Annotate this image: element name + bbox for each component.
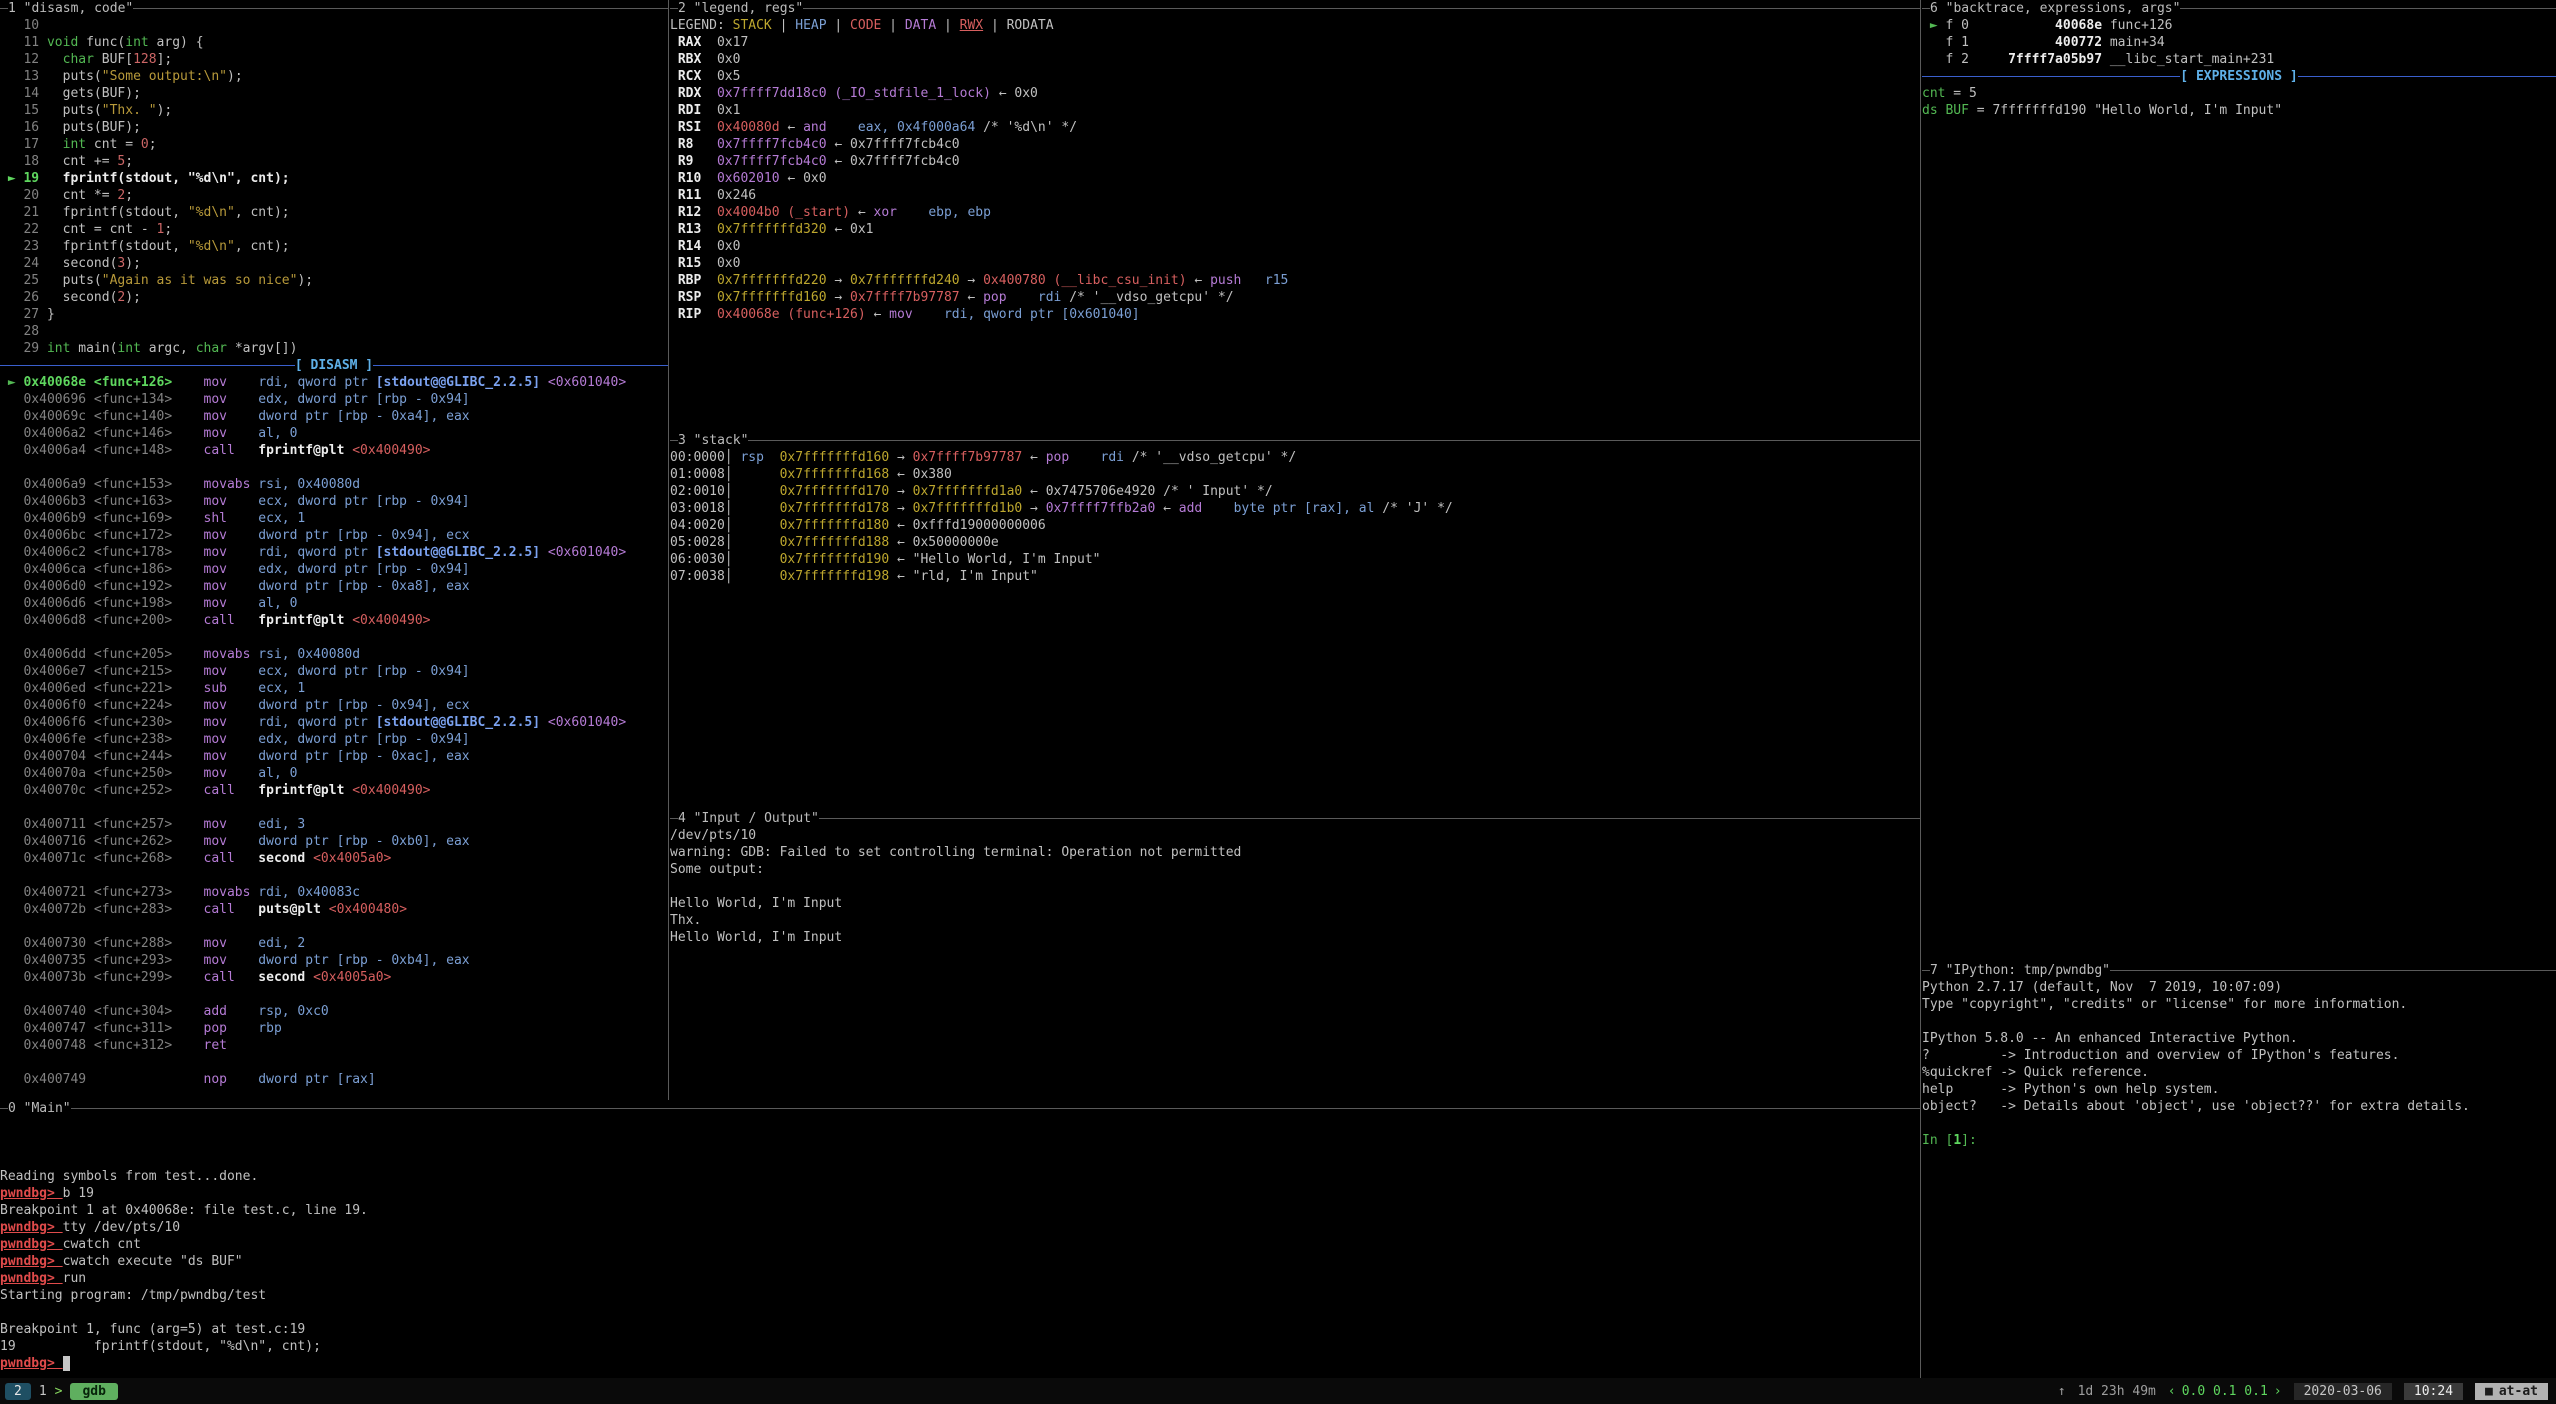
status-left: 2 1 > gdb [0, 1383, 118, 1400]
window-flag-icon: > [55, 1384, 63, 1399]
pane-disasm-code[interactable]: 1 "disasm, code" 10 11 void func(int arg… [0, 0, 668, 1100]
pane-border-line [670, 440, 678, 441]
pane-title-legend-regs: 2 "legend, regs" [670, 0, 1920, 17]
section-line [1922, 76, 2180, 77]
window-index: 1 [39, 1384, 47, 1399]
pane-border-line [1922, 970, 1930, 971]
expressions-section-header: [ EXPRESSIONS ] [1922, 68, 2556, 85]
pane-title-label: 1 "disasm, code" [8, 1, 133, 16]
section-line [0, 365, 295, 366]
expressions-list: cnt = 5ds BUF = 7fffffffd190 "Hello Worl… [1922, 85, 2556, 119]
pane-backtrace-expressions[interactable]: 6 "backtrace, expressions, args" ► f 0 4… [1922, 0, 2556, 962]
load-average-value: 0.0 0.1 0.1 [2182, 1384, 2268, 1399]
status-date: 2020-03-06 [2294, 1383, 2392, 1400]
disassembly-listing: ► 0x40068e <func+126> mov rdi, qword ptr… [0, 374, 668, 1088]
host-icon: ■ [2485, 1384, 2493, 1399]
pane-title-label: 3 "stack" [678, 433, 748, 448]
pane-border-line [748, 440, 1920, 441]
pane-border-vertical-right [1920, 0, 1921, 1378]
program-output: /dev/pts/10warning: GDB: Failed to set c… [670, 827, 1920, 946]
pane-border-vertical-left [668, 0, 669, 1100]
pane-border-line [1922, 8, 1930, 9]
memory-legend: LEGEND: STACK | HEAP | CODE | DATA | RWX… [670, 17, 1920, 34]
window-tab-gdb[interactable]: gdb [70, 1383, 117, 1400]
pane-border-line [133, 8, 668, 9]
pane-border-line [2180, 8, 2556, 9]
pane-ipython[interactable]: 7 "IPython: tmp/pwndbg" Python 2.7.17 (d… [1922, 962, 2556, 1378]
ipython-banner[interactable]: Python 2.7.17 (default, Nov 7 2019, 10:0… [1922, 979, 2556, 1149]
status-right: ↑ 1d 23h 49m ‹ 0.0 0.1 0.1 › 2020-03-06 … [2058, 1383, 2556, 1400]
registers-list: RAX 0x17 RBX 0x0 RCX 0x5 RDX 0x7ffff7dd1… [670, 34, 1920, 323]
stack-rows: 00:0000│ rsp 0x7fffffffd160 → 0x7ffff7b9… [670, 449, 1920, 585]
pane-border-line [2110, 970, 2556, 971]
pane-title-label: 2 "legend, regs" [678, 1, 803, 16]
pane-title-label: 0 "Main" [8, 1101, 71, 1116]
hostname-value: at-at [2499, 1384, 2538, 1399]
pane-title-main: 0 "Main" [0, 1100, 1920, 1117]
backtrace-frames: ► f 0 40068e func+126 f 1 400772 main+34… [1922, 17, 2556, 68]
expressions-section-label: [ EXPRESSIONS ] [2180, 69, 2297, 84]
pane-main-gdb-console[interactable]: 0 "Main" Reading symbols from test...don… [0, 1100, 1920, 1378]
pane-title-stack: 3 "stack" [670, 432, 1920, 449]
tmux-status-bar: 2 1 > gdb ↑ 1d 23h 49m ‹ 0.0 0.1 0.1 › 2… [0, 1378, 2556, 1404]
pane-title-input-output: 4 "Input / Output" [670, 810, 1920, 827]
status-time: 10:24 [2404, 1383, 2463, 1400]
session-badge[interactable]: 2 [5, 1383, 31, 1400]
pane-border-line [670, 8, 678, 9]
uptime-value: 1d 23h 49m [2078, 1384, 2156, 1399]
pane-border-line [819, 818, 1920, 819]
pane-input-output[interactable]: 4 "Input / Output" /dev/pts/10warning: G… [670, 810, 1920, 1100]
angle-right-icon: › [2274, 1384, 2282, 1399]
disasm-section-label: [ DISASM ] [295, 358, 373, 373]
pane-border-line [803, 8, 1920, 9]
pane-border-line [670, 818, 678, 819]
uptime-icon: ↑ [2058, 1384, 2066, 1399]
pane-title-label: 6 "backtrace, expressions, args" [1930, 1, 2180, 16]
pane-stack[interactable]: 3 "stack" 00:0000│ rsp 0x7fffffffd160 → … [670, 432, 1920, 810]
pane-border-line [0, 1108, 8, 1109]
status-hostname: ■ at-at [2475, 1383, 2548, 1400]
gdb-console[interactable]: Reading symbols from test...done.pwndbg>… [0, 1117, 1920, 1372]
pane-border-line [0, 8, 8, 9]
pane-title-label: 7 "IPython: tmp/pwndbg" [1930, 963, 2110, 978]
section-line [373, 365, 668, 366]
pane-border-line [71, 1108, 1920, 1109]
angle-left-icon: ‹ [2168, 1384, 2176, 1399]
pane-legend-regs[interactable]: 2 "legend, regs" LEGEND: STACK | HEAP | … [670, 0, 1920, 432]
pane-title-backtrace: 6 "backtrace, expressions, args" [1922, 0, 2556, 17]
disasm-section-header: [ DISASM ] [0, 357, 668, 374]
section-line [2298, 76, 2556, 77]
load-average: ‹ 0.0 0.1 0.1 › [2168, 1384, 2282, 1399]
source-code-listing: 10 11 void func(int arg) { 12 char BUF[1… [0, 17, 668, 357]
pane-title-disasm-code: 1 "disasm, code" [0, 0, 668, 17]
pane-title-ipython: 7 "IPython: tmp/pwndbg" [1922, 962, 2556, 979]
pane-title-label: 4 "Input / Output" [678, 811, 819, 826]
